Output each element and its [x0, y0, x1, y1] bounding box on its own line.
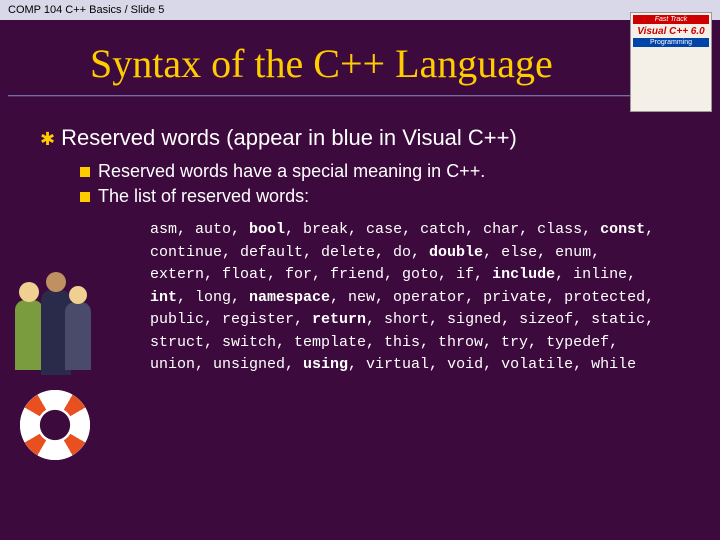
page-title: Syntax of the C++ Language [0, 20, 720, 95]
book-subtitle: Programming [633, 38, 709, 47]
sub-bullet-1-text: Reserved words have a special meaning in… [98, 161, 485, 181]
main-bullet: ✱ Reserved words (appear in blue in Visua… [40, 125, 700, 151]
people-icon [15, 290, 95, 390]
star-icon: ✱ [40, 129, 55, 149]
square-icon [80, 167, 90, 177]
main-bullet-text: Reserved words (appear in blue in Visual… [61, 125, 517, 150]
clipart-decoration [10, 290, 100, 470]
sub-bullet-2-text: The list of reserved words: [98, 186, 309, 206]
title-divider [8, 95, 712, 97]
sub-bullets: Reserved words have a special meaning in… [80, 161, 700, 207]
lifebuoy-icon [20, 390, 90, 460]
sub-bullet-1: Reserved words have a special meaning in… [80, 161, 700, 182]
content-area: ✱ Reserved words (appear in blue in Visua… [0, 125, 720, 377]
book-banner: Fast Track [633, 15, 709, 24]
keyword-list: asm, auto, bool, break, case, catch, cha… [150, 219, 660, 377]
book-thumbnail: Fast Track Visual C++ 6.0 Programming [630, 12, 712, 112]
square-icon [80, 192, 90, 202]
book-title: Visual C++ 6.0 [633, 26, 709, 37]
slide-header: COMP 104 C++ Basics / Slide 5 [0, 0, 720, 20]
sub-bullet-2: The list of reserved words: [80, 186, 700, 207]
